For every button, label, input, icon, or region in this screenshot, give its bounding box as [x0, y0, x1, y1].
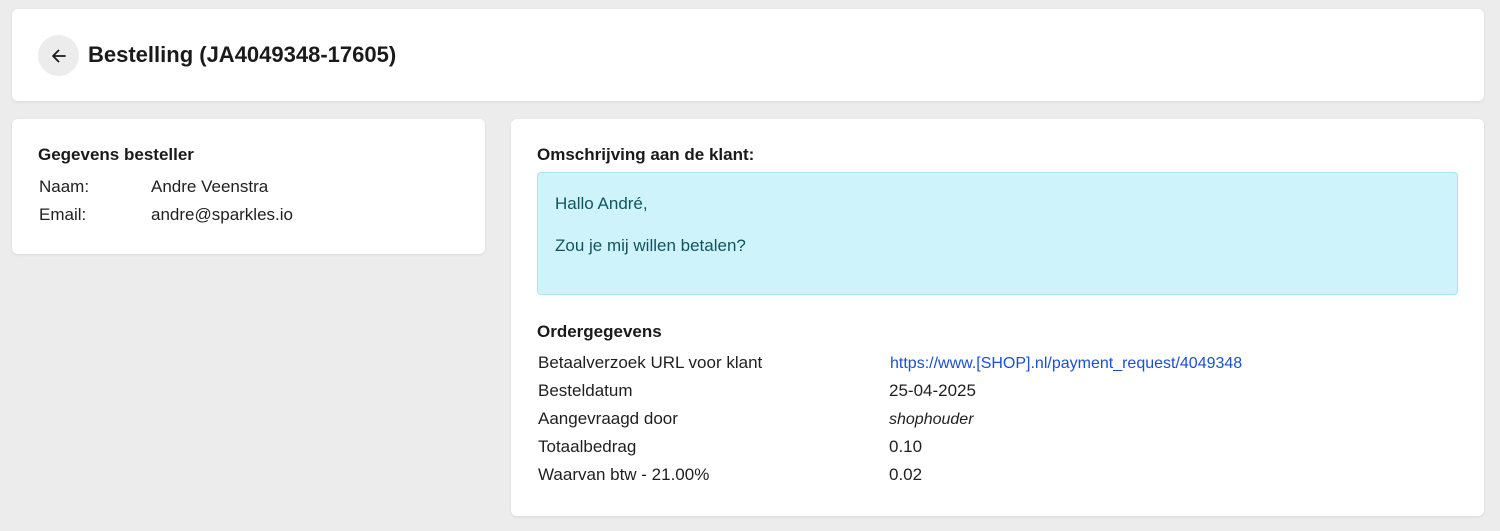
requested-by-value: shophouder [889, 411, 974, 428]
customer-section-title: Gegevens besteller [38, 145, 194, 164]
order-row-requested-by: Aangevraagd door shophouder [538, 409, 1458, 435]
customer-card: Gegevens besteller Naam: Andre Veenstra E… [12, 119, 485, 254]
order-row-total: Totaalbedrag 0.10 [538, 437, 1458, 463]
customer-name-row: Naam: Andre Veenstra [39, 177, 268, 197]
order-row-vat: Waarvan btw - 21.00% 0.02 [538, 465, 1458, 491]
name-label: Naam: [39, 177, 90, 196]
payment-request-link[interactable]: https://www.[SHOP].nl/payment_request/40… [890, 355, 1242, 373]
order-row-label: Totaalbedrag [538, 437, 637, 456]
order-row-payment-url: Betaalverzoek URL voor klant https://www… [538, 353, 1458, 379]
email-value: andre@sparkles.io [151, 205, 293, 224]
message-body: Zou je mij willen betalen? [555, 236, 746, 255]
customer-message-box: Hallo André, Zou je mij willen betalen? [537, 172, 1458, 295]
order-date-value: 25-04-2025 [889, 381, 976, 400]
name-value: Andre Veenstra [151, 177, 269, 196]
total-amount-value: 0.10 [889, 437, 923, 456]
back-button[interactable] [38, 35, 79, 76]
header-card: Bestelling (JA4049348-17605) [12, 9, 1484, 101]
order-row-label: Waarvan btw - 21.00% [538, 465, 710, 484]
arrow-left-icon [51, 49, 66, 62]
order-row-label: Betaalverzoek URL voor klant [538, 353, 763, 372]
customer-email-row: Email: andre@sparkles.io [39, 205, 293, 225]
page-title: Bestelling (JA4049348-17605) [88, 42, 397, 67]
description-section-title: Omschrijving aan de klant: [537, 145, 755, 164]
email-label: Email: [39, 205, 87, 224]
vat-amount-value: 0.02 [889, 465, 923, 484]
order-section-title: Ordergegevens [537, 322, 662, 341]
message-greeting: Hallo André, [555, 194, 648, 213]
order-row-label: Besteldatum [538, 381, 633, 400]
order-row-label: Aangevraagd door [538, 409, 678, 428]
order-row-date: Besteldatum 25-04-2025 [538, 381, 1458, 407]
order-card: Omschrijving aan de klant: Hallo André, … [511, 119, 1484, 516]
